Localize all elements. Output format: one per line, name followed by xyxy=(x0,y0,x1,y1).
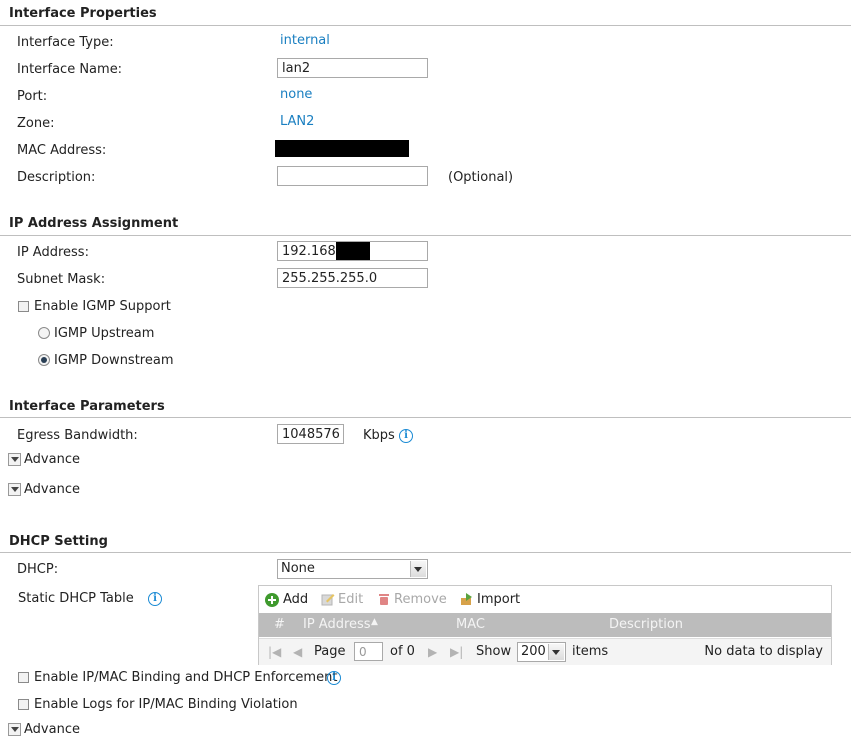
page-number-input[interactable] xyxy=(354,642,383,661)
dhcp-label: DHCP: xyxy=(17,562,59,577)
ipmac-binding-info-icon[interactable]: i xyxy=(327,671,341,685)
add-button-label: Add xyxy=(283,592,309,607)
port-value: none xyxy=(280,87,313,102)
ip-address-label: IP Address: xyxy=(17,245,89,260)
pager-page-label: Page xyxy=(314,644,346,659)
interface-name-label: Interface Name: xyxy=(17,62,123,77)
advance-link-2[interactable]: Advance xyxy=(24,482,80,497)
static-dhcp-table: Add Edit Remove Import # IP Address ▲ MA… xyxy=(258,585,832,665)
igmp-upstream-radio[interactable] xyxy=(38,327,50,339)
edit-button-label: Edit xyxy=(338,592,364,607)
edit-icon xyxy=(321,594,335,606)
egress-info-icon[interactable]: i xyxy=(399,429,413,443)
column-description[interactable]: Description xyxy=(609,617,683,632)
advance-link-3[interactable]: Advance xyxy=(24,722,80,737)
egress-bandwidth-label: Egress Bandwidth: xyxy=(17,428,138,443)
trash-icon xyxy=(379,594,389,605)
page-size-value: 200 xyxy=(521,644,546,659)
interface-type-label: Interface Type: xyxy=(17,35,114,50)
section-title-dhcp: DHCP Setting xyxy=(9,534,108,549)
egress-unit: Kbps xyxy=(363,428,395,443)
port-label: Port: xyxy=(17,89,48,104)
advance-toggle-icon[interactable] xyxy=(8,483,21,496)
page-size-select[interactable]: 200 xyxy=(517,642,566,662)
description-optional-note: (Optional) xyxy=(448,170,514,185)
static-dhcp-info-icon[interactable]: i xyxy=(148,592,162,606)
advance-toggle-icon[interactable] xyxy=(8,453,21,466)
interface-name-input[interactable] xyxy=(277,58,428,78)
prev-page-icon[interactable]: ◀ xyxy=(293,645,302,659)
dhcp-select-value: None xyxy=(281,561,315,576)
interface-type-value: internal xyxy=(280,33,330,48)
mac-address-label: MAC Address: xyxy=(17,143,107,158)
section-title-interface-properties: Interface Properties xyxy=(9,6,157,21)
section-divider xyxy=(0,235,851,236)
ip-address-redacted xyxy=(336,242,370,260)
igmp-support-checkbox[interactable] xyxy=(18,301,29,312)
chevron-down-icon[interactable] xyxy=(548,644,564,660)
zone-label: Zone: xyxy=(17,116,55,131)
igmp-support-label: Enable IGMP Support xyxy=(34,299,171,314)
section-divider xyxy=(0,417,851,418)
first-page-icon[interactable]: |◀ xyxy=(268,645,281,659)
import-icon xyxy=(461,593,472,605)
description-input[interactable] xyxy=(277,166,428,186)
import-button-label: Import xyxy=(477,592,521,607)
section-title-ip-assignment: IP Address Assignment xyxy=(9,216,179,231)
sort-ascending-icon: ▲ xyxy=(371,617,378,627)
grid-toolbar: Add Edit Remove Import xyxy=(259,586,831,612)
section-title-interface-parameters: Interface Parameters xyxy=(9,399,165,414)
grid-pager: |◀ ◀ Page of 0 ▶ ▶| Show 200 items No da… xyxy=(259,638,831,665)
column-index[interactable]: # xyxy=(274,617,285,632)
last-page-icon[interactable]: ▶| xyxy=(450,645,463,659)
chevron-down-icon[interactable] xyxy=(410,561,426,577)
igmp-downstream-radio[interactable] xyxy=(38,354,50,366)
ipmac-logs-label: Enable Logs for IP/MAC Binding Violation xyxy=(34,697,298,712)
mac-address-redacted xyxy=(275,140,409,157)
igmp-downstream-label: IGMP Downstream xyxy=(54,353,174,368)
egress-bandwidth-input[interactable] xyxy=(277,424,344,444)
next-page-icon[interactable]: ▶ xyxy=(428,645,437,659)
advance-toggle-icon[interactable] xyxy=(8,723,21,736)
ipmac-binding-label: Enable IP/MAC Binding and DHCP Enforceme… xyxy=(34,670,338,685)
remove-button-label: Remove xyxy=(394,592,447,607)
zone-value: LAN2 xyxy=(280,114,315,129)
dhcp-select[interactable]: None xyxy=(277,559,428,579)
subnet-mask-label: Subnet Mask: xyxy=(17,272,106,287)
grid-header: # IP Address ▲ MAC Description xyxy=(259,613,831,637)
column-mac[interactable]: MAC xyxy=(456,617,485,632)
advance-link-1[interactable]: Advance xyxy=(24,452,80,467)
static-dhcp-table-label: Static DHCP Table xyxy=(18,591,134,606)
subnet-mask-input[interactable] xyxy=(277,268,428,288)
pager-of-label: of 0 xyxy=(390,644,415,659)
pager-show-label: Show xyxy=(476,644,512,659)
column-ip-address[interactable]: IP Address xyxy=(303,617,371,632)
empty-message: No data to display xyxy=(704,644,823,659)
section-divider xyxy=(0,552,851,553)
ipmac-binding-checkbox[interactable] xyxy=(18,672,29,683)
igmp-upstream-label: IGMP Upstream xyxy=(54,326,155,341)
description-label: Description: xyxy=(17,170,96,185)
add-icon xyxy=(265,593,279,607)
pager-items-label: items xyxy=(572,644,609,659)
ipmac-logs-checkbox[interactable] xyxy=(18,699,29,710)
section-divider xyxy=(0,25,851,26)
